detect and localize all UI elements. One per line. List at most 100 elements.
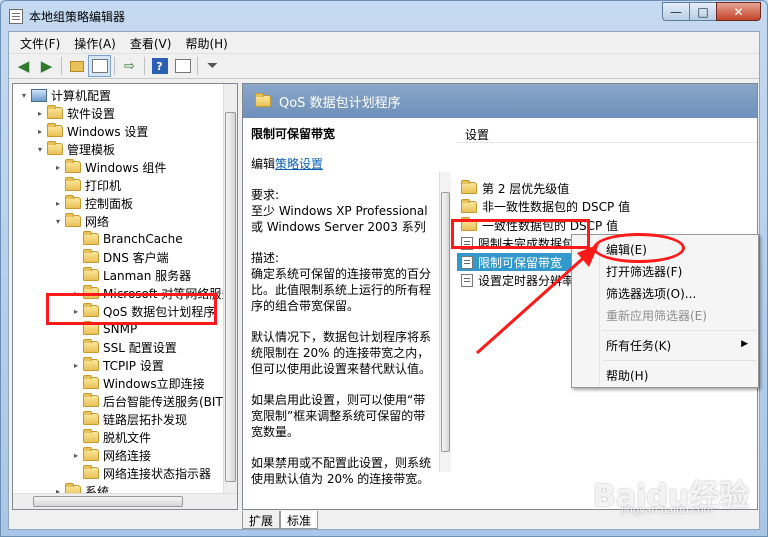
tree-item-label: 网络连接 [103,448,152,463]
scroll-thumb[interactable] [225,112,236,482]
ctx-help[interactable]: 帮助(H) [606,367,756,385]
folder-icon [83,339,99,353]
expand-icon[interactable]: ▸ [71,361,81,370]
collapse-icon[interactable]: ▾ [53,217,63,226]
menu-view[interactable]: 查看(V) [123,32,179,52]
ctx-reapply-filter[interactable]: 重新应用筛选器(E) [606,307,756,325]
collapse-icon[interactable]: ▾ [19,91,29,100]
tree-item[interactable]: 后台智能传送服务(BITS) [71,392,235,410]
minimize-button[interactable]: — [662,2,689,21]
tree-item[interactable]: BranchCache [71,230,183,248]
setting-row-label: 第 2 层优先级值 [482,181,570,196]
setting-row-label: 非一致性数据包的 DSCP 值 [482,200,631,214]
close-button[interactable]: ✕ [716,2,761,21]
tree-item[interactable]: Windows立即连接 [71,374,205,392]
folder-icon [83,393,99,407]
toolbar: ◀ ▶ ⇨ ? ⏷ [9,53,759,79]
tree-item-label: 链路层拓扑发现 [103,412,188,427]
tree-item-label: Windows 组件 [85,160,167,175]
folder-icon [83,429,99,443]
expand-icon[interactable]: ▸ [71,451,81,460]
ctx-separator [602,330,756,331]
tree-item[interactable]: ▸ 网络连接 [71,446,151,464]
menu-help[interactable]: 帮助(H) [178,32,234,52]
folder-icon [47,141,63,155]
watermark-url: jingyan.baidu.com [621,505,714,516]
back-arrow-icon[interactable]: ◀ [12,55,35,77]
folder-icon [83,249,99,263]
folder-icon [65,213,81,227]
expand-icon[interactable]: ▸ [35,109,45,118]
expand-icon[interactable]: ▸ [53,199,63,208]
tree-item[interactable]: ▸ Windows 设置 [35,122,148,140]
show-tree-icon[interactable] [88,55,111,77]
toolbar-separator [144,57,145,75]
ctx-filter-options[interactable]: 筛选器选项(O)... [606,285,756,303]
ctx-open-filter[interactable]: 打开筛选器(F) [606,263,756,281]
tree-item[interactable]: ▸ Windows 组件 [53,158,166,176]
forward-arrow-icon[interactable]: ▶ [35,55,58,77]
expand-icon[interactable]: ▸ [53,163,63,172]
folder-icon [255,93,271,107]
menu-action[interactable]: 操作(A) [67,32,123,52]
tree-item[interactable]: ▸ TCPIP 设置 [71,356,164,374]
tree-item-label: 后台智能传送服务(BITS) [103,394,236,409]
folder-icon [47,105,63,119]
tree-item-label: 计算机配置 [51,88,112,103]
folder-icon [83,375,99,389]
tree-item[interactable]: 链路层拓扑发现 [71,410,187,428]
enable-text: 如果启用此设置，则可以使用“带宽限制”框来调整系统可保留的带宽数量。 [251,393,426,439]
up-folder-icon[interactable] [65,55,88,77]
setting-title: 限制可保留带宽 [251,127,336,141]
ctx-all-tasks[interactable]: 所有任务(K) ▶ [606,337,756,355]
maximize-button[interactable]: □ [689,2,716,21]
setting-row[interactable]: 第 2 层优先级值 [461,179,741,197]
tree-item-label: SSL 配置设置 [103,340,177,355]
ctx-help-label: 帮助(H) [606,369,649,383]
tab-standard[interactable]: 标准 [280,511,319,529]
folder-icon [83,231,99,245]
tree-vertical-scrollbar[interactable] [223,84,237,493]
setting-row[interactable]: 非一致性数据包的 DSCP 值 [461,198,741,216]
tree-item[interactable]: DNS 客户端 [71,248,169,266]
folder-icon [83,447,99,461]
requirements: 要求: 至少 Windows XP Professional 或 Windows … [251,187,437,235]
edit-policy-link[interactable]: 策略设置 [275,157,323,171]
window-controls: — □ ✕ [662,2,761,21]
scroll-thumb[interactable] [33,496,183,507]
tree-item[interactable]: ▸ 软件设置 [35,104,115,122]
toolbar-separator [61,57,62,75]
description-label: 描述: [251,251,280,265]
description: 描述: 确定系统可保留的连接带宽的百分比。此值限制系统上运行的所有程序的组合带宽保… [251,250,437,314]
tree-item[interactable]: SSL 配置设置 [71,338,177,356]
folder-icon [47,123,63,137]
export-icon[interactable]: ⇨ [118,55,141,77]
collapse-icon[interactable]: ▾ [35,145,45,154]
tree-item[interactable]: Lanman 服务器 [71,266,191,284]
filter-icon[interactable]: ⏷ [201,55,224,77]
properties-icon[interactable] [171,55,194,77]
tree-item[interactable]: 打印机 [53,176,121,194]
folder-icon [83,411,99,425]
tree-item[interactable]: 网络连接状态指示器 [71,464,211,482]
tree-horizontal-scrollbar[interactable] [13,493,237,509]
tree-item[interactable]: ▾ 计算机配置 [19,86,111,104]
tree-item[interactable]: ▾ 管理模板 [35,140,115,158]
expand-icon[interactable]: ▸ [35,127,45,136]
tree-item[interactable]: 脱机文件 [71,428,151,446]
scroll-thumb[interactable] [441,192,450,452]
title-bar[interactable]: 本地组策略编辑器 — □ ✕ [1,1,767,31]
settings-column-header[interactable]: 设置 [457,121,757,143]
tree-item[interactable]: ▸ 控制面板 [53,194,133,212]
tree-item[interactable]: ▾ 网络 [53,212,109,230]
ctx-open-filter-label: 打开筛选器(F) [606,265,683,279]
help-icon[interactable]: ? [148,55,171,77]
tree-item-label: 打印机 [85,178,122,193]
tree-item-label: 网络连接状态指示器 [103,466,212,481]
details-header-title: QoS 数据包计划程序 [279,95,401,111]
description-scrollbar[interactable] [439,172,451,472]
tab-extended[interactable]: 扩展 [242,511,281,529]
tree-item-label: TCPIP 设置 [103,358,164,373]
tree-item-label: Windows立即连接 [103,376,205,391]
menu-file[interactable]: 文件(F) [13,32,67,52]
